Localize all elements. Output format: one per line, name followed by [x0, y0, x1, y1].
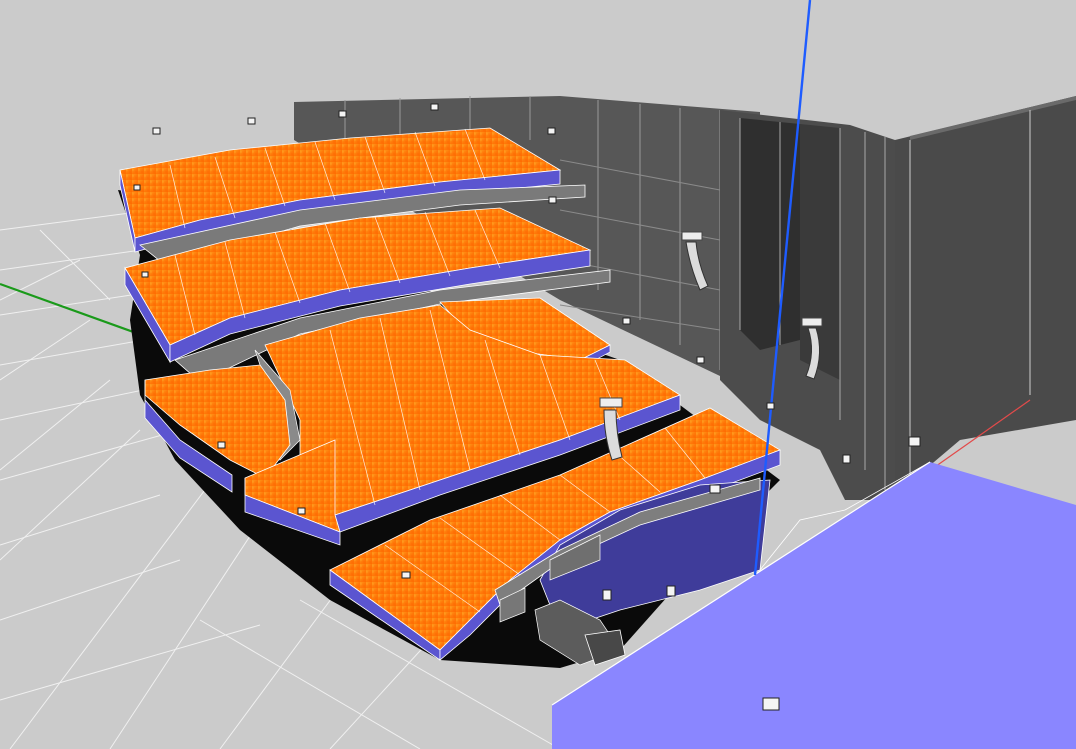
- scene-canvas[interactable]: [0, 0, 1076, 749]
- 3d-model-viewport[interactable]: [0, 0, 1076, 749]
- side-wall: [894, 96, 1076, 496]
